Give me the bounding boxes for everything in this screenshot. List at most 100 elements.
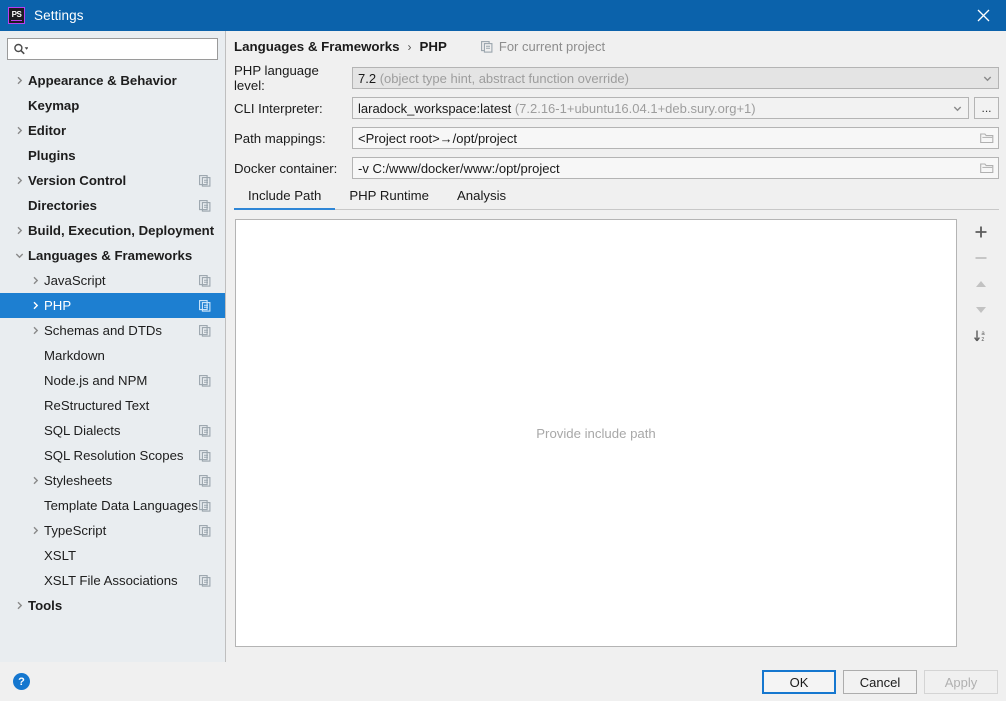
project-scope-icon — [199, 524, 211, 537]
sidebar-item-label: Editor — [28, 122, 67, 138]
form-value-main: 7.2 — [358, 70, 377, 86]
sidebar-item-sql-resolution-scopes[interactable]: SQL Resolution Scopes — [0, 443, 225, 468]
sidebar-item-version-control[interactable]: Version Control — [0, 168, 225, 193]
footer-buttons: OK Cancel Apply — [755, 670, 998, 694]
breadcrumb-separator-icon: › — [407, 39, 412, 54]
search-icon — [13, 43, 28, 56]
apply-button: Apply — [924, 670, 998, 694]
sidebar-item-languages-frameworks[interactable]: Languages & Frameworks — [0, 243, 225, 268]
sidebar-item-directories[interactable]: Directories — [0, 193, 225, 218]
phpstorm-icon: PS — [8, 7, 25, 24]
sidebar-item-typescript[interactable]: TypeScript — [0, 518, 225, 543]
chevron-right-icon[interactable] — [10, 226, 28, 235]
sidebar-item-tools[interactable]: Tools — [0, 593, 225, 618]
chevron-right-icon[interactable] — [26, 326, 44, 335]
sidebar-item-appearance-behavior[interactable]: Appearance & Behavior — [0, 68, 225, 93]
phpstorm-icon-underbar — [11, 19, 22, 21]
dialog-footer: ? OK Cancel Apply — [0, 662, 1006, 701]
form-label: Path mappings: — [234, 130, 326, 146]
project-scope-note: For current project — [480, 39, 606, 54]
folder-icon[interactable] — [976, 158, 998, 178]
text-field-2[interactable]: <Project root>→/opt/project — [352, 127, 999, 149]
form-row: Docker container: -v C:/www/docker/www:/o… — [227, 157, 1006, 179]
sidebar-item-javascript[interactable]: JavaScript — [0, 268, 225, 293]
sidebar-item-template-data-languages[interactable]: Template Data Languages — [0, 493, 225, 518]
help-icon[interactable]: ? — [13, 673, 30, 690]
chevron-right-icon[interactable] — [26, 526, 44, 535]
help-icon-glyph: ? — [18, 675, 25, 688]
close-button[interactable] — [960, 0, 1006, 31]
chevron-right-icon[interactable] — [10, 76, 28, 85]
arrow-up-icon — [976, 281, 986, 287]
form-value: -v C:/www/docker/www:/opt/project — [353, 161, 560, 176]
sidebar-item-plugins[interactable]: Plugins — [0, 143, 225, 168]
sidebar-item-label: SQL Dialects — [44, 422, 121, 438]
breadcrumb: Languages & Frameworks › PHP For current… — [234, 39, 605, 54]
sidebar-item-label: Stylesheets — [44, 472, 113, 488]
sidebar-item-label: XSLT — [44, 547, 77, 563]
search-input[interactable] — [7, 38, 218, 60]
sidebar-item-xslt[interactable]: XSLT — [0, 543, 225, 568]
include-path-panel[interactable]: Provide include path — [235, 219, 957, 647]
sort-alpha-icon: az — [974, 330, 985, 343]
chevron-right-icon[interactable] — [10, 601, 28, 610]
project-scope-icon — [199, 474, 211, 487]
chevron-right-icon[interactable] — [10, 126, 28, 135]
title-bar: PS Settings — [0, 0, 1006, 31]
sidebar-item-label: ReStructured Text — [44, 397, 150, 413]
sidebar-item-label: Template Data Languages — [44, 497, 198, 513]
chevron-right-icon[interactable] — [10, 176, 28, 185]
sidebar-item-label: Languages & Frameworks — [28, 247, 193, 263]
chevron-right-icon[interactable] — [26, 276, 44, 285]
project-scope-icon — [199, 299, 211, 312]
settings-sidebar: Appearance & Behavior Keymap Editor Plugins… — [0, 31, 226, 662]
browse-interpreter-button[interactable]: ... — [974, 97, 999, 119]
sidebar-item-restructured-text[interactable]: ReStructured Text — [0, 393, 225, 418]
sidebar-item-label: Plugins — [28, 147, 76, 163]
svg-text:z: z — [981, 337, 984, 343]
add-button[interactable] — [966, 219, 996, 245]
sidebar-item-label: Tools — [28, 597, 63, 613]
sidebar-item-label: Appearance & Behavior — [28, 72, 177, 88]
include-path-empty-message: Provide include path — [536, 425, 656, 441]
sidebar-item-node-js-and-npm[interactable]: Node.js and NPM — [0, 368, 225, 393]
ok-button[interactable]: OK — [762, 670, 836, 694]
text-field-3[interactable]: -v C:/www/docker/www:/opt/project — [352, 157, 999, 179]
php-settings-form: PHP language level: 7.2 (object type hint… — [227, 63, 1006, 187]
sort-button[interactable]: az — [966, 323, 996, 349]
settings-window: PS Settings Appearance & Behavior Keymap… — [0, 0, 1006, 701]
search-wrapper — [0, 31, 225, 65]
chevron-down-icon[interactable] — [10, 251, 28, 260]
sidebar-item-sql-dialects[interactable]: SQL Dialects — [0, 418, 225, 443]
sidebar-item-label: XSLT File Associations — [44, 572, 178, 588]
chevron-right-icon[interactable] — [26, 476, 44, 485]
breadcrumb-parent[interactable]: Languages & Frameworks — [234, 39, 400, 54]
tab-php-runtime[interactable]: PHP Runtime — [335, 188, 443, 209]
folder-icon[interactable] — [976, 128, 998, 148]
sidebar-item-stylesheets[interactable]: Stylesheets — [0, 468, 225, 493]
move-up-button — [966, 271, 996, 297]
form-row: Path mappings: <Project root>→/opt/projec… — [227, 127, 1006, 149]
chevron-right-icon[interactable] — [26, 301, 44, 310]
sidebar-item-keymap[interactable]: Keymap — [0, 93, 225, 118]
form-value: laradock_workspace:latest (7.2.16-1+ubun… — [353, 101, 756, 116]
breadcrumb-current: PHP — [419, 39, 447, 54]
chevron-down-icon[interactable] — [976, 68, 998, 88]
sidebar-item-build-execution-deployment[interactable]: Build, Execution, Deployment — [0, 218, 225, 243]
combobox-1[interactable]: laradock_workspace:latest (7.2.16-1+ubun… — [352, 97, 969, 119]
project-scope-label: For current project — [498, 39, 606, 54]
chevron-down-icon[interactable] — [946, 98, 968, 118]
tab-analysis[interactable]: Analysis — [443, 188, 520, 209]
sidebar-item-xslt-file-associations[interactable]: XSLT File Associations — [0, 568, 225, 593]
form-label: PHP language level: — [234, 63, 319, 93]
sidebar-item-label: Build, Execution, Deployment — [28, 222, 215, 238]
sidebar-item-schemas-and-dtds[interactable]: Schemas and DTDs — [0, 318, 225, 343]
sidebar-item-php[interactable]: PHP — [0, 293, 225, 318]
sidebar-item-editor[interactable]: Editor — [0, 118, 225, 143]
form-value: 7.2 (object type hint, abstract function… — [353, 71, 629, 86]
cancel-button[interactable]: Cancel — [843, 670, 917, 694]
sidebar-item-markdown[interactable]: Markdown — [0, 343, 225, 368]
tab-include-path[interactable]: Include Path — [234, 188, 336, 210]
sidebar-item-label: Node.js and NPM — [44, 372, 148, 388]
form-value-main: <Project root>→/opt/project — [358, 130, 517, 146]
